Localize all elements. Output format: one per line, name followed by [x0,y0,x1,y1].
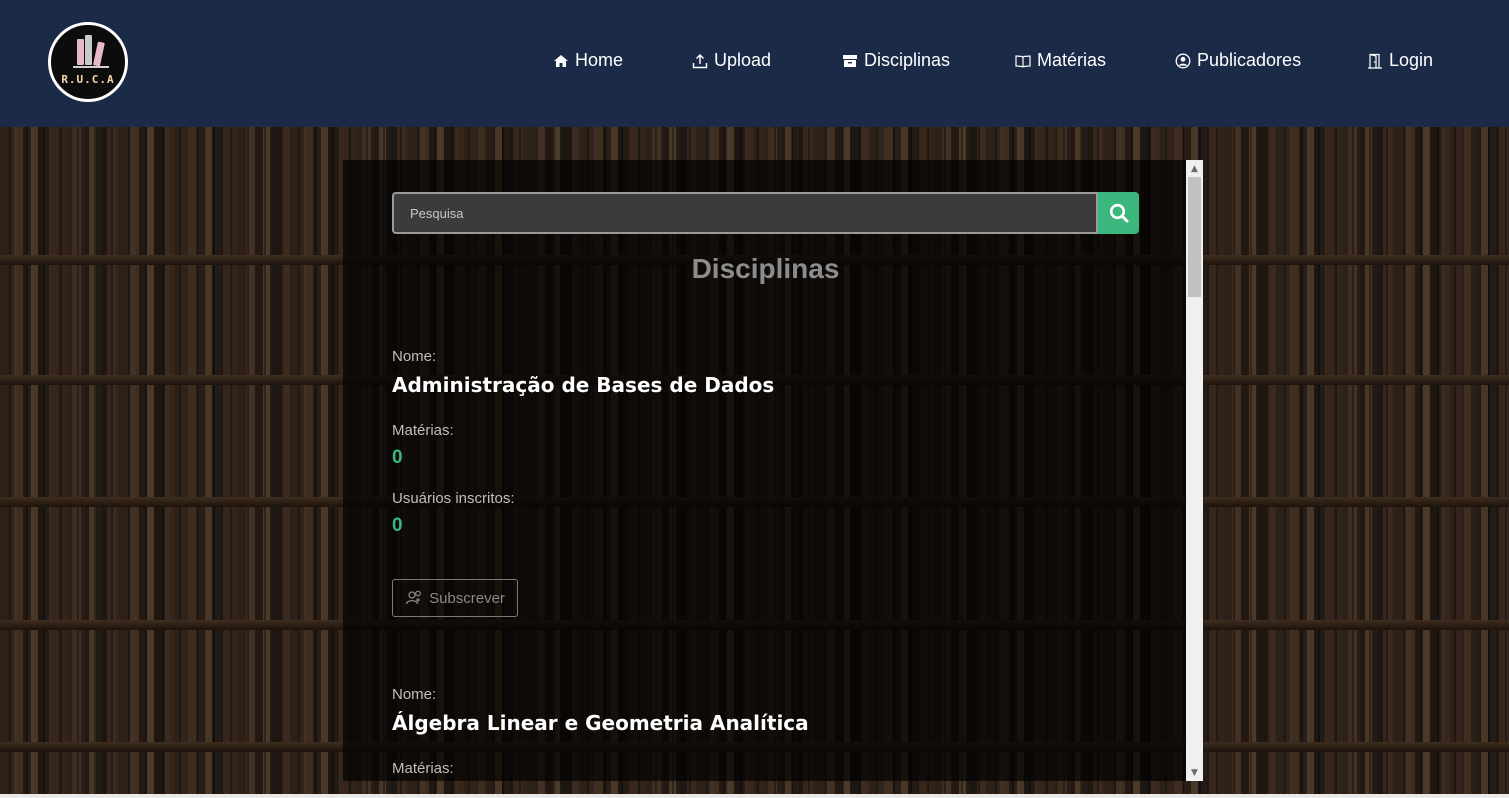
book-icon [1015,54,1031,68]
subscribe-button[interactable]: Subscrever [392,579,518,617]
disciplina-name: Administração de Bases de Dados [392,373,775,397]
subscribe-label: Subscrever [429,589,505,607]
search-input[interactable] [392,192,1098,234]
scroll-down-icon[interactable]: ▼ [1186,764,1203,781]
materias-count: 0 [392,447,403,468]
usuarios-label: Usuários inscritos: [392,490,515,507]
materias-label: Matérias: [392,422,454,439]
page-bottom-edge [0,794,1509,798]
home-icon [554,54,568,67]
users-add-icon [405,590,421,605]
nav-home[interactable]: Home [553,50,623,71]
name-label: Nome: [392,348,437,365]
materias-label: Matérias: [392,760,454,777]
nav-publicadores-label: Publicadores [1197,50,1302,70]
scroll-up-icon[interactable]: ▲ [1186,160,1203,177]
nav-login[interactable]: Login [1367,50,1433,71]
scroll-thumb[interactable] [1188,177,1201,297]
search-button[interactable] [1098,192,1139,234]
nav-upload-label: Upload [714,50,772,70]
upload-icon [692,53,708,68]
logo-text: R.U.C.A [61,73,115,86]
usuarios-count: 0 [392,515,403,536]
user-circle-icon [1175,53,1191,68]
nav-disciplinas[interactable]: Disciplinas [842,50,950,71]
page-title: Disciplinas [691,253,840,284]
archive-icon [843,54,857,67]
nav-disciplinas-label: Disciplinas [864,50,951,70]
door-icon [1368,53,1382,69]
books-icon [77,35,105,67]
nav-publicadores[interactable]: Publicadores [1175,50,1301,71]
ruca-logo[interactable]: R.U.C.A [48,22,128,102]
search-icon [1109,203,1128,223]
nav-upload[interactable]: Upload [692,50,771,71]
nav-materias[interactable]: Matérias [1015,50,1106,71]
nav-materias-label: Matérias [1037,50,1107,70]
panel-scrollbar[interactable]: ▲ ▼ [1186,160,1203,781]
top-navbar: R.U.C.A Home Upload Disciplinas Matérias… [0,0,1509,127]
nav-home-label: Home [575,50,624,70]
disciplinas-panel[interactable]: Disciplinas Nome: Administração de Bases… [343,160,1203,781]
name-label: Nome: [392,686,437,703]
disciplina-name: Álgebra Linear e Geometria Analítica [392,711,809,735]
nav-login-label: Login [1389,50,1434,70]
